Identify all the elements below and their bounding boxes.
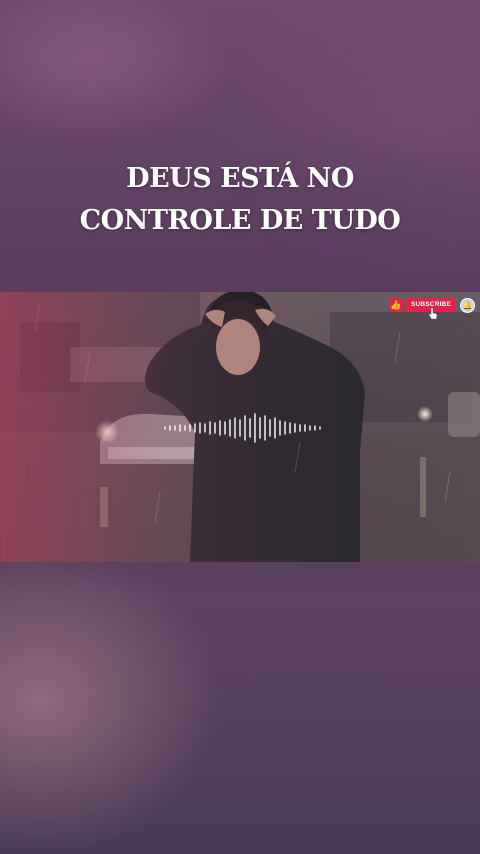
- thumbs-up-icon[interactable]: 👍: [389, 298, 403, 312]
- video-frame[interactable]: [0, 292, 480, 562]
- headline-text: DEUS ESTÁ NO CONTROLE DE TUDO: [0, 158, 480, 242]
- blurred-background-top: [0, 0, 480, 292]
- hand-pointer-icon: [428, 308, 438, 320]
- headline-line-2: CONTROLE DE TUDO: [79, 205, 401, 236]
- headline-line-1: DEUS ESTÁ NO: [126, 163, 354, 194]
- bell-icon[interactable]: 🔔: [460, 298, 475, 313]
- reel-screen[interactable]: DEUS ESTÁ NO CONTROLE DE TUDO 👍 SUBSCRIB…: [0, 0, 480, 854]
- video-scene: [0, 292, 480, 562]
